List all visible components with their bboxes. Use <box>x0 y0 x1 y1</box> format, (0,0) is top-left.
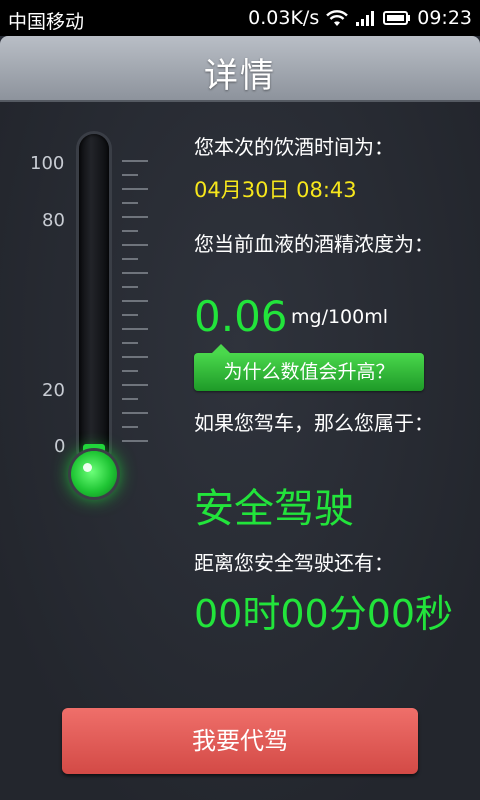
wifi-icon <box>326 10 349 26</box>
status-bar: 中国移动 0.03K/s 09:23 <box>0 0 480 36</box>
countdown-value: 00时00分00秒 <box>194 592 454 636</box>
thermometer-tick <box>122 230 138 232</box>
thermometer-tube <box>79 134 109 464</box>
thermometer-tick <box>122 384 148 386</box>
thermometer-tick <box>122 440 148 442</box>
thermometer-label-80: 80 <box>42 210 65 231</box>
thermometer-tick <box>122 272 148 274</box>
thermometer-tick <box>122 398 138 400</box>
thermometer-tick <box>122 314 138 316</box>
thermometer-tick <box>122 328 148 330</box>
status-right: 0.03K/s 09:23 <box>248 7 472 29</box>
main-content <box>0 102 480 800</box>
drink-time-value: 04月30日 08:43 <box>194 178 357 202</box>
thermometer-tick <box>122 188 148 190</box>
thermometer-tick <box>122 174 138 176</box>
drink-time-label: 您本次的饮酒时间为： <box>194 135 394 159</box>
thermometer-tick <box>122 356 148 358</box>
thermometer-label-100: 100 <box>30 153 65 174</box>
thermometer-tick <box>122 244 148 246</box>
driving-status: 安全驾驶 <box>194 486 354 532</box>
thermometer-label-0: 0 <box>54 436 66 457</box>
clock: 09:23 <box>417 7 472 29</box>
signal-icon <box>356 11 375 26</box>
thermometer-tick <box>122 342 138 344</box>
battery-icon <box>383 11 411 25</box>
thermometer-tick <box>122 160 148 162</box>
bac-value: 0.06 <box>194 292 288 341</box>
countdown-label: 距离您安全驾驶还有： <box>194 551 394 575</box>
thermometer-label-20: 20 <box>42 380 65 401</box>
thermometer-tick <box>122 412 148 414</box>
bac-label: 您当前血液的酒精浓度为： <box>194 232 434 256</box>
thermometer-tick <box>122 426 138 428</box>
thermometer-tick <box>122 258 138 260</box>
designated-driver-button[interactable]: 我要代驾 <box>62 708 418 774</box>
why-value-rises-button[interactable]: 为什么数值会升高？ <box>194 344 424 391</box>
title-bar: 详情 <box>0 36 480 102</box>
driving-label: 如果您驾车，那么您属于： <box>194 411 434 435</box>
network-speed: 0.03K/s <box>248 7 320 29</box>
bac-unit: mg/100ml <box>291 306 389 328</box>
thermometer-tick <box>122 300 148 302</box>
thermometer-tick <box>122 286 138 288</box>
thermometer-tick <box>122 216 148 218</box>
carrier-name: 中国移动 <box>8 11 85 33</box>
page-title: 详情 <box>204 56 276 96</box>
thermometer-tick <box>122 370 138 372</box>
thermometer-ticks <box>122 160 152 450</box>
thermometer-bulb <box>71 451 117 497</box>
thermometer-tick <box>122 202 138 204</box>
